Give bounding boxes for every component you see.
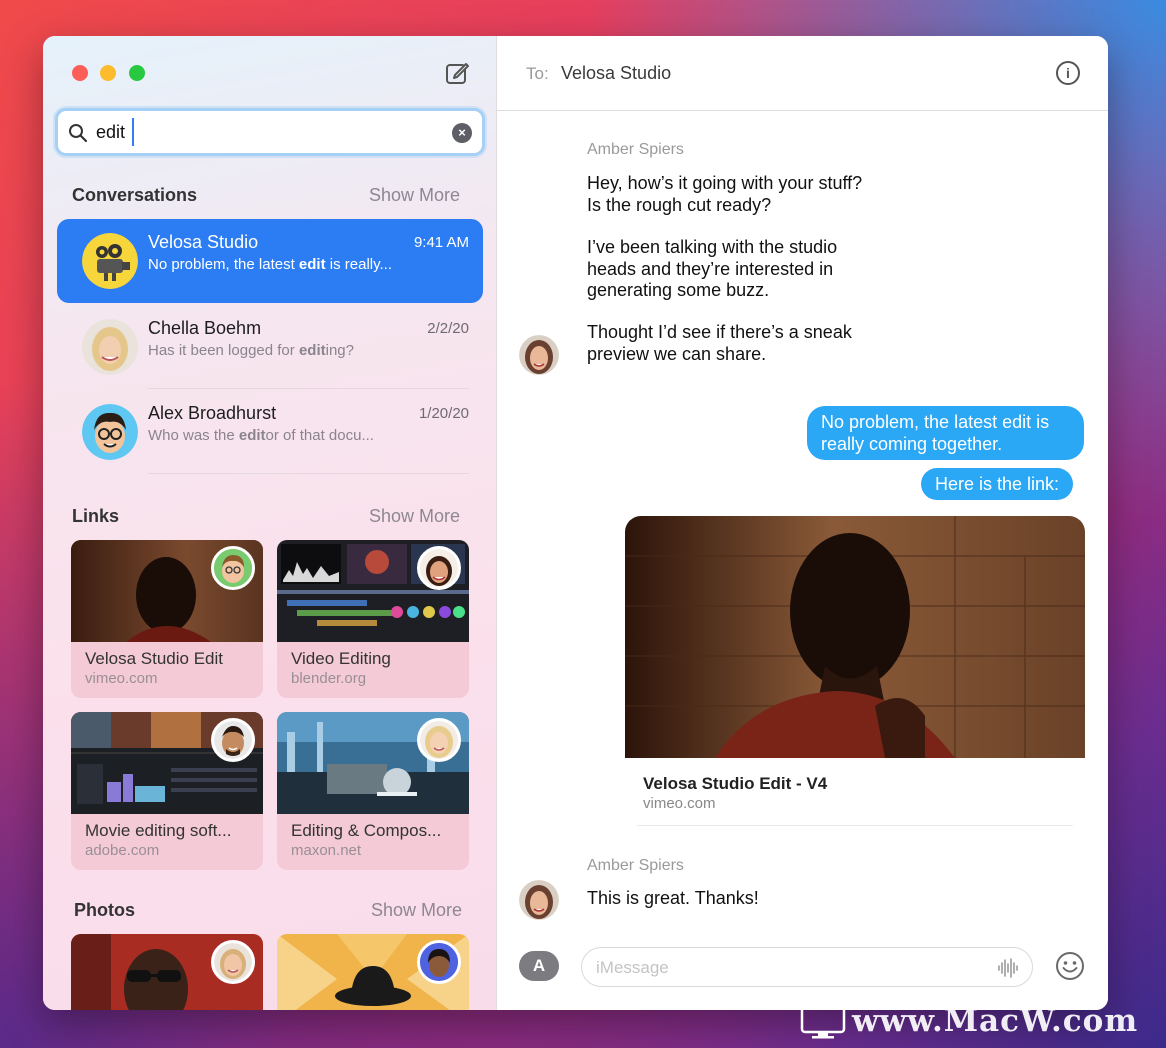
conversation-row[interactable]: Velosa Studio 9:41 AM No problem, the la… bbox=[57, 219, 483, 303]
incoming-message: I’ve been talking with the studio heads … bbox=[587, 237, 838, 300]
link-domain: vimeo.com bbox=[85, 670, 158, 687]
avatar bbox=[519, 880, 559, 920]
search-input[interactable] bbox=[96, 119, 436, 145]
conversation-preview: No problem, the latest edit is really... bbox=[148, 256, 392, 273]
message-input[interactable] bbox=[596, 956, 976, 980]
link-preview-image bbox=[625, 516, 1085, 758]
app-store-icon[interactable]: A bbox=[519, 951, 559, 981]
conversation-time: 1/20/20 bbox=[418, 405, 469, 422]
link-title: Editing & Compos... bbox=[291, 821, 442, 840]
text-caret bbox=[132, 118, 134, 146]
conversations-heading: Conversations bbox=[72, 185, 198, 205]
link-card[interactable]: Velosa Studio Edit vimeo.com bbox=[71, 540, 263, 698]
avatar bbox=[417, 940, 461, 984]
avatar bbox=[211, 546, 255, 590]
avatar bbox=[211, 940, 255, 984]
conversation-preview: Has it been logged for editing? bbox=[148, 342, 354, 359]
avatar bbox=[417, 546, 461, 590]
outgoing-message: No problem, the latest edit is really co… bbox=[807, 406, 1084, 460]
photos-show-more[interactable]: Show More bbox=[371, 900, 462, 921]
conversation-pane: To: Velosa Studio i Amber Spiers Hey, ho… bbox=[497, 36, 1108, 1010]
clear-search-icon[interactable]: × bbox=[452, 123, 472, 143]
message-input-field[interactable] bbox=[581, 947, 1033, 987]
audio-waveform-icon[interactable] bbox=[996, 956, 1020, 980]
incoming-message: Thought I’d see if there’s a sneak previ… bbox=[587, 322, 852, 364]
chat-header: To: Velosa Studio i bbox=[497, 36, 1108, 111]
to-label: To: bbox=[526, 64, 549, 83]
messages-window: × Conversations Show More Velosa Studio … bbox=[43, 36, 1108, 1010]
zoom-window-button[interactable] bbox=[129, 65, 145, 81]
outgoing-message: Here is the link: bbox=[921, 468, 1074, 500]
avatar bbox=[82, 319, 138, 375]
link-card[interactable]: Editing & Compos... maxon.net bbox=[277, 712, 469, 870]
sidebar: × Conversations Show More Velosa Studio … bbox=[43, 36, 497, 1010]
conversation-row[interactable]: Chella Boehm 2/2/20 Has it been logged f… bbox=[57, 305, 483, 389]
conversation-name: Alex Broadhurst bbox=[148, 403, 277, 423]
avatar bbox=[82, 404, 138, 460]
monitor-icon bbox=[800, 1004, 846, 1039]
links-heading: Links bbox=[72, 506, 120, 526]
avatar bbox=[82, 233, 138, 289]
link-domain: adobe.com bbox=[85, 842, 160, 859]
link-title: Video Editing bbox=[291, 649, 391, 668]
photos-heading: Photos bbox=[74, 900, 135, 920]
link-domain: blender.org bbox=[291, 670, 367, 687]
link-domain: maxon.net bbox=[291, 842, 362, 859]
search-icon bbox=[69, 124, 88, 143]
conversation-name: Velosa Studio bbox=[148, 232, 259, 252]
divider bbox=[148, 388, 469, 389]
sender-name: Amber Spiers bbox=[587, 141, 684, 158]
emoji-icon[interactable] bbox=[1054, 950, 1086, 982]
conversation-name: Chella Boehm bbox=[148, 318, 262, 338]
compose-icon[interactable] bbox=[445, 60, 471, 86]
incoming-message: Hey, how’s it going with your stuff? Is … bbox=[587, 173, 863, 215]
link-preview-domain: vimeo.com bbox=[643, 795, 716, 812]
close-window-button[interactable] bbox=[72, 65, 88, 81]
incoming-message: This is great. Thanks! bbox=[587, 888, 759, 908]
link-preview-card[interactable]: Velosa Studio Edit - V4 vimeo.com bbox=[625, 516, 1085, 826]
info-icon[interactable]: i bbox=[1056, 61, 1080, 85]
conversation-row[interactable]: Alex Broadhurst 1/20/20 Who was the edit… bbox=[57, 390, 483, 474]
links-show-more[interactable]: Show More bbox=[369, 506, 460, 527]
avatar bbox=[519, 335, 559, 375]
divider bbox=[148, 473, 469, 474]
photo-thumbnail[interactable] bbox=[277, 934, 469, 1010]
avatar bbox=[417, 718, 461, 762]
link-card[interactable]: Movie editing soft... adobe.com bbox=[71, 712, 263, 870]
link-title: Velosa Studio Edit bbox=[85, 649, 223, 668]
sender-name: Amber Spiers bbox=[587, 857, 684, 874]
photo-thumbnail[interactable] bbox=[71, 934, 263, 1010]
conversation-preview: Who was the editor of that docu... bbox=[148, 427, 374, 444]
conversation-time: 9:41 AM bbox=[413, 234, 469, 251]
avatar bbox=[211, 718, 255, 762]
search-field[interactable]: × bbox=[55, 108, 485, 156]
conversation-time: 2/2/20 bbox=[427, 320, 469, 337]
link-title: Movie editing soft... bbox=[85, 821, 232, 840]
conversations-show-more[interactable]: Show More bbox=[369, 185, 460, 206]
recipient-name[interactable]: Velosa Studio bbox=[561, 63, 671, 84]
link-card[interactable]: Video Editing blender.org bbox=[277, 540, 469, 698]
watermark-text: www.MacW.com bbox=[852, 1003, 1139, 1039]
divider bbox=[625, 825, 1085, 826]
link-preview-title: Velosa Studio Edit - V4 bbox=[643, 774, 828, 793]
minimize-window-button[interactable] bbox=[100, 65, 116, 81]
watermark: www.MacW.com bbox=[800, 1000, 1160, 1044]
